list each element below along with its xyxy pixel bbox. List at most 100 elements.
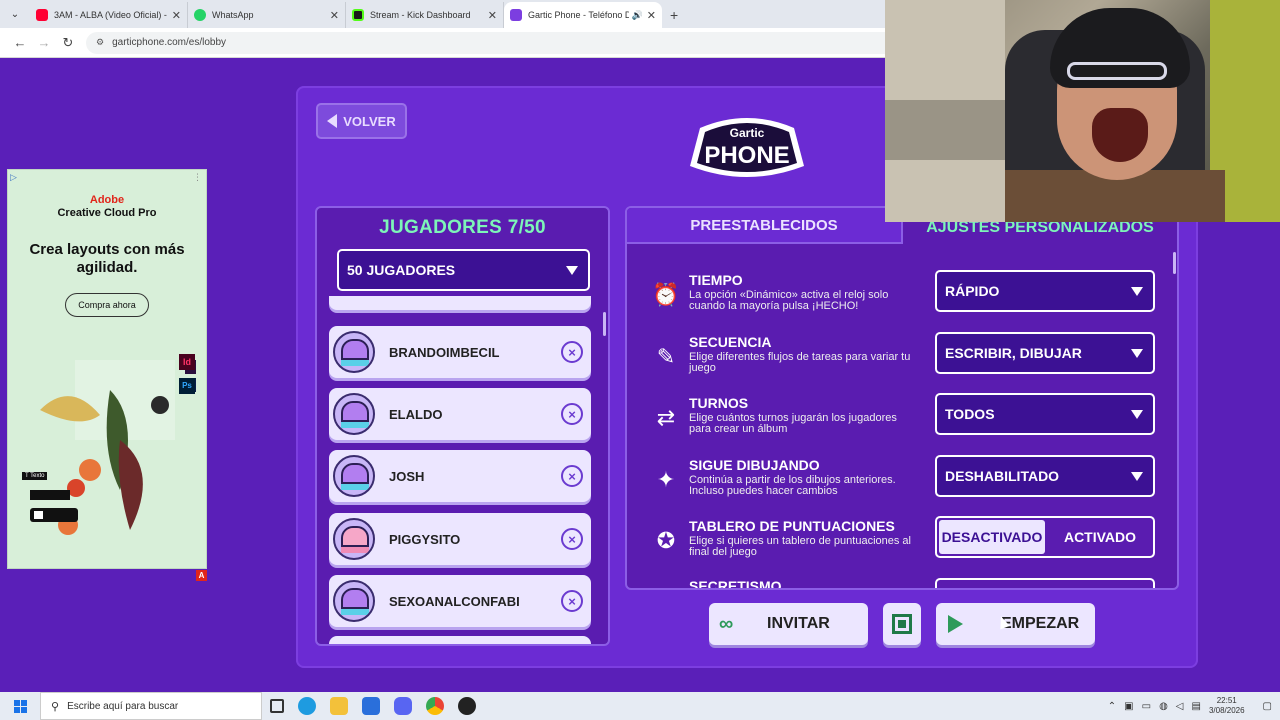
windows-start-button[interactable] bbox=[0, 699, 40, 713]
setting-turns: ⇄ TURNOS Elige cuántos turnos jugarán lo… bbox=[627, 391, 1177, 453]
player-card: JOSH × bbox=[329, 450, 591, 502]
secrecy-toggle[interactable] bbox=[935, 578, 1155, 588]
ad-headline: Crea layouts con más agilidad. bbox=[29, 241, 185, 276]
players-title: JUGADORES 7/50 bbox=[379, 217, 546, 238]
turns-value: TODOS bbox=[945, 406, 995, 422]
tab-title: Stream - Kick Dashboard bbox=[370, 10, 471, 20]
volume-icon[interactable]: ◁ bbox=[1176, 701, 1184, 712]
forward-arrow-icon[interactable]: → bbox=[32, 35, 56, 50]
player-card: PIGGYSITO × bbox=[329, 513, 591, 565]
tab-title: Gartic Phone - Teléfono De bbox=[528, 10, 629, 20]
task-view-icon[interactable] bbox=[270, 699, 284, 713]
back-label: VOLVER bbox=[343, 113, 396, 129]
windows-logo-icon bbox=[13, 699, 27, 713]
qr-code-button[interactable] bbox=[883, 603, 921, 645]
ad-product: Creative Cloud Pro bbox=[57, 207, 157, 219]
file-explorer-icon[interactable] bbox=[330, 697, 348, 715]
close-tab-icon[interactable]: ✕ bbox=[647, 9, 656, 22]
kick-player-button[interactable]: × bbox=[561, 465, 583, 487]
youtube-icon bbox=[36, 9, 48, 21]
store-icon[interactable] bbox=[362, 697, 380, 715]
search-placeholder: Escribe aquí para buscar bbox=[67, 700, 179, 712]
kick-player-button[interactable]: × bbox=[561, 528, 583, 550]
player-avatar bbox=[333, 455, 375, 497]
chevron-down-icon bbox=[1131, 349, 1143, 358]
setting-scoreboard: ✪ TABLERO DE PUNTUACIONES Elige si quier… bbox=[627, 514, 1177, 576]
tab-presets[interactable]: PREESTABLECIDOS bbox=[627, 208, 903, 244]
logo-line2: PHONE bbox=[704, 142, 789, 169]
player-card: SEXOANALCONFABI × bbox=[329, 575, 591, 627]
adobe-ad[interactable]: ▷ ⋮ Adobe Creative Cloud Pro Crea layout… bbox=[7, 169, 207, 569]
edge-icon[interactable] bbox=[298, 697, 316, 715]
keep-drawing-select[interactable]: DESHABILITADO bbox=[935, 455, 1155, 497]
back-arrow-icon[interactable]: ← bbox=[8, 35, 32, 50]
reload-icon[interactable]: ↻ bbox=[56, 35, 80, 51]
tab-title: 3AM - ALBA (Video Oficial) - Yo bbox=[54, 10, 168, 20]
battery-icon[interactable]: ▭ bbox=[1142, 701, 1151, 712]
start-label: EMPEZAR bbox=[1001, 615, 1080, 632]
close-tab-icon[interactable]: ✕ bbox=[172, 9, 181, 22]
play-icon bbox=[948, 615, 963, 633]
obs-icon[interactable] bbox=[458, 697, 476, 715]
tray-app-icon[interactable]: ▣ bbox=[1124, 701, 1133, 712]
player-card: BRANDOIMBECIL × bbox=[329, 326, 591, 378]
start-button[interactable]: EMPEZAR bbox=[936, 603, 1095, 645]
site-info-icon[interactable]: ⚙ bbox=[96, 37, 104, 48]
text-tool-label: T Texto bbox=[22, 472, 48, 480]
scoreboard-on-option[interactable]: ACTIVADO bbox=[1047, 518, 1153, 556]
player-name: SEXOANALCONFABI bbox=[389, 593, 520, 609]
network-icon[interactable]: ◍ bbox=[1159, 701, 1168, 712]
max-players-select[interactable]: 50 JUGADORES bbox=[337, 249, 590, 291]
close-tab-icon[interactable]: ✕ bbox=[488, 9, 497, 22]
setting-desc: Elige diferentes flujos de tareas para v… bbox=[689, 351, 911, 374]
qr-code-icon bbox=[892, 614, 912, 634]
browser-tab-youtube[interactable]: 3AM - ALBA (Video Oficial) - Yo ✕ bbox=[30, 2, 188, 28]
new-tab-plus-icon[interactable]: + bbox=[670, 7, 678, 23]
browser-tab-gartic[interactable]: Gartic Phone - Teléfono De 🔊 ✕ bbox=[504, 2, 662, 28]
players-panel: JUGADORES 7/50 50 JUGADORES BRANDOIMBECI… bbox=[315, 206, 610, 646]
player-avatar bbox=[333, 393, 375, 435]
speaker-icon[interactable]: 🔊 bbox=[632, 10, 643, 21]
kick-player-button[interactable]: × bbox=[561, 403, 583, 425]
chevron-down-icon bbox=[1131, 410, 1143, 419]
taskbar-search[interactable]: ⚲ Escribe aquí para buscar bbox=[40, 692, 262, 720]
photoshop-badge: Ps bbox=[179, 378, 195, 394]
settings-scrollbar[interactable] bbox=[1173, 252, 1176, 274]
ad-close-icon[interactable]: ⋮ bbox=[193, 172, 202, 183]
setting-secrecy: ◉ SECRETISMO bbox=[627, 574, 1177, 588]
time-select[interactable]: RÁPIDO bbox=[935, 270, 1155, 312]
kick-player-button[interactable]: × bbox=[561, 341, 583, 363]
pencil-speech-icon: ✎ bbox=[656, 344, 676, 369]
scoreboard-off-option[interactable]: DESACTIVADO bbox=[939, 520, 1045, 554]
url-text: garticphone.com/es/lobby bbox=[112, 37, 227, 48]
player-list-scrollbar[interactable] bbox=[603, 312, 606, 336]
close-tab-icon[interactable]: ✕ bbox=[330, 9, 339, 22]
setting-title: SECUENCIA bbox=[689, 334, 772, 350]
chrome-icon[interactable] bbox=[426, 697, 444, 715]
setting-keep-drawing: ✦ SIGUE DIBUJANDO Continúa a partir de l… bbox=[627, 453, 1177, 515]
tab-search-icon[interactable]: ⌄ bbox=[4, 3, 26, 25]
browser-tab-kick[interactable]: Stream - Kick Dashboard ✕ bbox=[346, 2, 504, 28]
taskbar-clock[interactable]: 22:51 3/08/2026 bbox=[1209, 696, 1245, 716]
sequence-value: ESCRIBIR, DIBUJAR bbox=[945, 345, 1082, 361]
player-name: PIGGYSITO bbox=[389, 531, 461, 547]
image-sparkle-icon: ✦ bbox=[656, 467, 676, 492]
chevron-up-icon[interactable]: ⌃ bbox=[1108, 701, 1116, 712]
player-list[interactable]: BRANDOIMBECIL × ELALDO × JOSH × PIGGYSIT… bbox=[327, 296, 595, 644]
invite-button[interactable]: ∞ INVITAR bbox=[709, 603, 868, 645]
turns-select[interactable]: TODOS bbox=[935, 393, 1155, 435]
player-card-partial bbox=[329, 296, 591, 310]
ad-corner-badge[interactable]: A bbox=[196, 570, 207, 581]
back-button[interactable]: VOLVER bbox=[316, 103, 407, 139]
chevron-down-icon bbox=[566, 266, 578, 275]
meet-icon[interactable]: ▤ bbox=[1192, 701, 1201, 712]
kick-player-button[interactable]: × bbox=[561, 590, 583, 612]
ad-info-icon[interactable]: ▷ bbox=[10, 172, 17, 183]
time-value: RÁPIDO bbox=[945, 283, 1000, 299]
ad-cta-button[interactable]: Compra ahora bbox=[65, 293, 149, 317]
url-field[interactable]: ⚙ garticphone.com/es/lobby bbox=[86, 31, 946, 54]
notifications-icon[interactable]: ▢ bbox=[1263, 701, 1272, 712]
sequence-select[interactable]: ESCRIBIR, DIBUJAR bbox=[935, 332, 1155, 374]
browser-tab-whatsapp[interactable]: WhatsApp ✕ bbox=[188, 2, 346, 28]
discord-icon[interactable] bbox=[394, 697, 412, 715]
